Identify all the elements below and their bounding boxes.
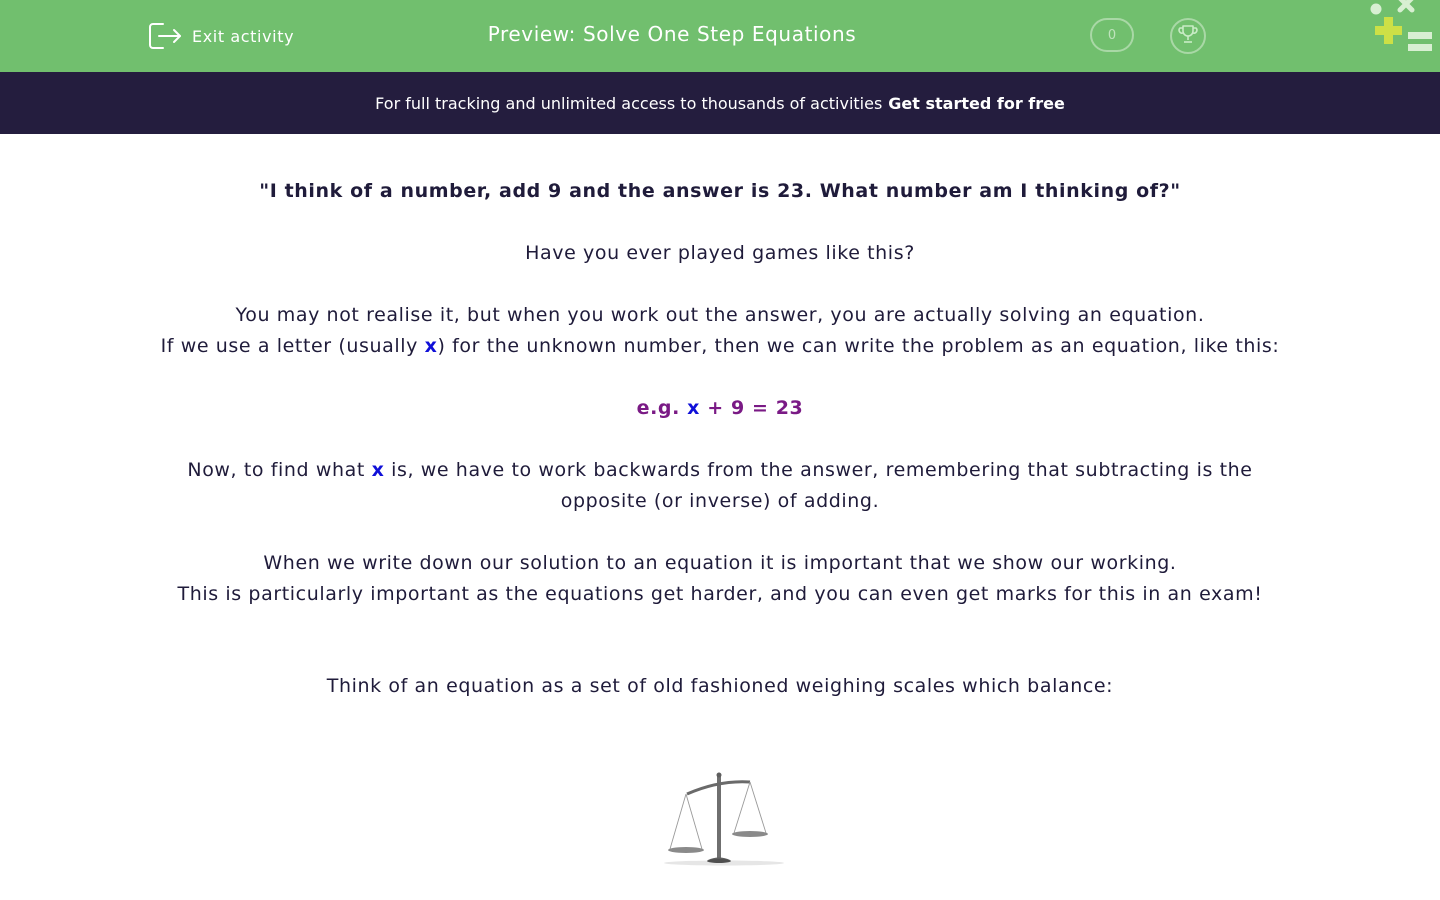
scales-intro: Think of an equation as a set of old fas… [326,675,1114,697]
paragraph-1-line-2: If we use a letter (usually x) for the u… [150,331,1290,362]
paragraph-3-line-2: This is particularly important as the eq… [177,583,1263,605]
promo-banner: For full tracking and unlimited access t… [0,72,1440,134]
paragraph-1-text-before: If we use a letter (usually [160,335,425,357]
get-started-link[interactable]: Get started for free [888,94,1065,113]
trophy-icon [1177,23,1199,49]
paragraph-2-variable-x: x [371,459,385,481]
example-variable-x: x [687,397,701,419]
intro-quote: "I think of a number, add 9 and the answ… [259,180,1181,202]
lesson-content: "I think of a number, add 9 and the answ… [150,176,1290,702]
paragraph-2-text-after: is, we have to work backwards from the a… [384,459,1253,512]
math-symbols-logo [1366,0,1440,56]
score-counter: 0 [1090,18,1134,52]
question-text: Have you ever played games like this? [525,242,915,264]
promo-text: For full tracking and unlimited access t… [375,93,883,113]
trophy-button[interactable] [1170,18,1206,54]
example-equation: e.g. x + 9 = 23 [150,393,1290,424]
paragraph-3-line-1: When we write down our solution to an eq… [263,552,1177,574]
page-title: Preview: Solve One Step Equations [487,22,857,46]
paragraph-2: Now, to find what x is, we have to work … [150,455,1290,517]
paragraph-1-line-1: You may not realise it, but when you wor… [235,304,1205,326]
top-bar: Exit activity Preview: Solve One Step Eq… [0,0,1440,72]
variable-x: x [424,335,438,357]
paragraph-1-text-after: ) for the unknown number, then we can wr… [437,335,1280,357]
example-rest: + 9 = 23 [700,397,804,419]
example-prefix: e.g. [636,397,688,419]
balance-scales-image [662,772,786,868]
paragraph-2-text-before: Now, to find what [187,459,372,481]
